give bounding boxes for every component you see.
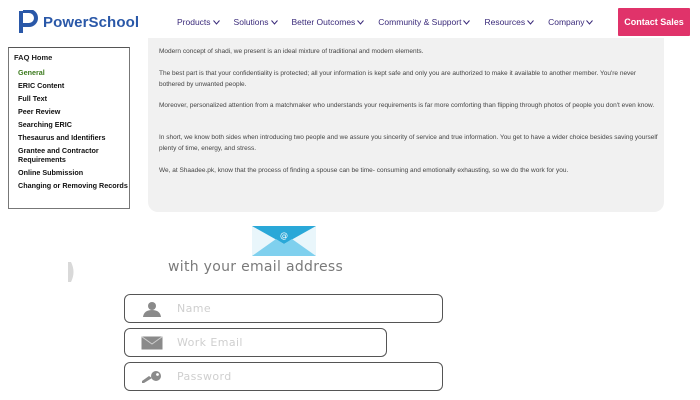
nav-community-support[interactable]: Community & Support	[378, 17, 471, 27]
nav-solutions-label: Solutions	[233, 17, 269, 27]
chevron-down-icon	[586, 17, 594, 27]
nav-better-outcomes-label: Better Outcomes	[291, 17, 356, 27]
work-email-field[interactable]	[124, 328, 387, 357]
nav-products[interactable]: Products	[177, 17, 220, 27]
content-paragraph: Modern concept of shadi, we present is a…	[159, 48, 424, 55]
sidebar-item-changing-removing[interactable]: Changing or Removing Records	[18, 181, 130, 190]
nav-better-outcomes[interactable]: Better Outcomes	[292, 17, 365, 27]
mail-icon	[139, 334, 165, 352]
faq-category-list: General ERIC Content Full Text Peer Revi…	[18, 68, 130, 194]
sidebar-item-online-submission[interactable]: Online Submission	[18, 168, 130, 177]
user-icon	[139, 300, 165, 318]
chevron-down-icon	[527, 17, 534, 27]
sidebar-item-eric-content[interactable]: ERIC Content	[18, 81, 130, 90]
chevron-down-icon	[357, 17, 365, 27]
logo[interactable]: PowerSchool	[18, 10, 139, 34]
signup-heading: with your email address	[168, 259, 344, 275]
chevron-down-icon	[270, 17, 278, 27]
content-paragraph: The best part is that your confidentiali…	[159, 70, 637, 88]
content-paragraph: In short, we know both sides when introd…	[159, 134, 658, 152]
sidebar-item-searching-eric[interactable]: Searching ERIC	[18, 120, 130, 129]
nav-resources-label: Resources	[484, 17, 526, 27]
name-input[interactable]	[177, 302, 377, 315]
work-email-input[interactable]	[177, 336, 377, 349]
chevron-down-icon	[463, 17, 471, 27]
name-field[interactable]	[124, 294, 443, 323]
chevron-down-icon	[212, 17, 220, 27]
faq-home-link[interactable]: FAQ Home	[14, 53, 52, 62]
content-paragraph: We, at Shaadee.pk, know that the process…	[159, 167, 569, 174]
sidebar-item-full-text[interactable]: Full Text	[18, 94, 130, 103]
sidebar-item-general[interactable]: General	[18, 68, 130, 77]
nav-solutions[interactable]: Solutions	[234, 17, 278, 27]
password-field[interactable]	[124, 362, 443, 391]
content-panel: Modern concept of shadi, we present is a…	[148, 38, 664, 212]
sidebar-item-thesaurus[interactable]: Thesaurus and Identifiers	[18, 133, 130, 142]
nav-resources[interactable]: Resources	[484, 17, 534, 27]
sidebar-item-grantee-contractor[interactable]: Grantee and Contractor Requirements	[18, 146, 130, 164]
powerschool-logo-icon	[19, 10, 38, 33]
main-nav: Products Solutions Better Outcomes Commu…	[177, 17, 594, 27]
svg-text:@: @	[280, 231, 288, 240]
sidebar-item-peer-review[interactable]: Peer Review	[18, 107, 130, 116]
carousel-prev-tab[interactable]	[68, 262, 76, 282]
nav-community-support-label: Community & Support	[378, 17, 462, 27]
password-input[interactable]	[177, 370, 377, 383]
nav-company-label: Company	[548, 17, 585, 27]
nav-products-label: Products	[177, 17, 211, 27]
envelope-at-icon: @	[252, 226, 316, 256]
nav-company[interactable]: Company	[548, 17, 594, 27]
contact-sales-button[interactable]: Contact Sales	[618, 8, 690, 36]
logo-text: PowerSchool	[43, 13, 140, 31]
faq-sidebar: FAQ Home General ERIC Content Full Text …	[8, 47, 130, 209]
content-paragraph: Moreover, personalized attention from a …	[159, 102, 655, 109]
key-icon	[139, 368, 165, 386]
